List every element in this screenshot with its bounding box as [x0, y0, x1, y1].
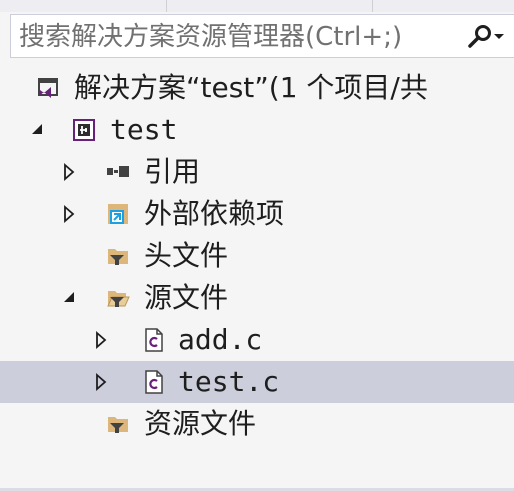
collapsed-arrow-icon[interactable]	[94, 331, 110, 349]
search-box[interactable]: 搜索解决方案资源管理器(Ctrl+;)	[10, 14, 514, 58]
tree-item-external-dependencies[interactable]: 外部依赖项	[0, 193, 514, 235]
tree-item-solution[interactable]: 解决方案“test”(1 个项目/共	[0, 67, 514, 109]
tree-item-project[interactable]: test	[0, 109, 514, 151]
tree-item-resource-files[interactable]: 资源文件	[0, 403, 514, 445]
tree-item-header-files[interactable]: 头文件	[0, 235, 514, 277]
expanded-arrow-icon[interactable]	[30, 122, 46, 138]
add-c-label: add.c	[178, 323, 263, 356]
tree-item-add-c[interactable]: add.c	[0, 319, 514, 361]
source-files-label: 源文件	[144, 281, 229, 314]
tree-item-source-files[interactable]: 源文件	[0, 277, 514, 319]
collapsed-arrow-icon[interactable]	[94, 373, 110, 391]
filter-folder-open-icon	[107, 291, 130, 307]
collapsed-arrow-icon[interactable]	[62, 163, 78, 181]
header-files-label: 头文件	[144, 239, 229, 272]
resource-files-label: 资源文件	[144, 407, 257, 440]
tree-item-references[interactable]: 引用	[0, 151, 514, 193]
references-icon	[107, 166, 129, 177]
search-input[interactable]: 搜索解决方案资源管理器(Ctrl+;)	[19, 22, 459, 52]
solution-label: 解决方案“test”(1 个项目/共	[74, 71, 428, 104]
expanded-arrow-icon[interactable]	[62, 290, 78, 306]
project-label: test	[110, 113, 178, 146]
search-options-button[interactable]	[462, 23, 510, 51]
references-label: 引用	[144, 155, 201, 188]
tree-item-test-c[interactable]: test.c	[0, 361, 514, 403]
external-dependencies-icon	[108, 204, 128, 224]
top-strip	[0, 0, 514, 12]
collapsed-arrow-icon[interactable]	[62, 205, 78, 223]
c-file-icon	[145, 328, 163, 352]
tab-divider	[372, 0, 373, 12]
test-c-label: test.c	[178, 365, 280, 398]
filter-folder-icon	[108, 417, 128, 433]
cpp-project-icon	[73, 119, 95, 141]
c-file-icon	[145, 370, 163, 394]
filter-folder-icon	[108, 249, 128, 265]
magnifier-icon	[468, 25, 491, 48]
external-dependencies-label: 外部依赖项	[144, 197, 285, 230]
solution-icon	[38, 78, 58, 98]
tab-divider	[166, 0, 167, 12]
chevron-down-icon	[494, 34, 504, 39]
